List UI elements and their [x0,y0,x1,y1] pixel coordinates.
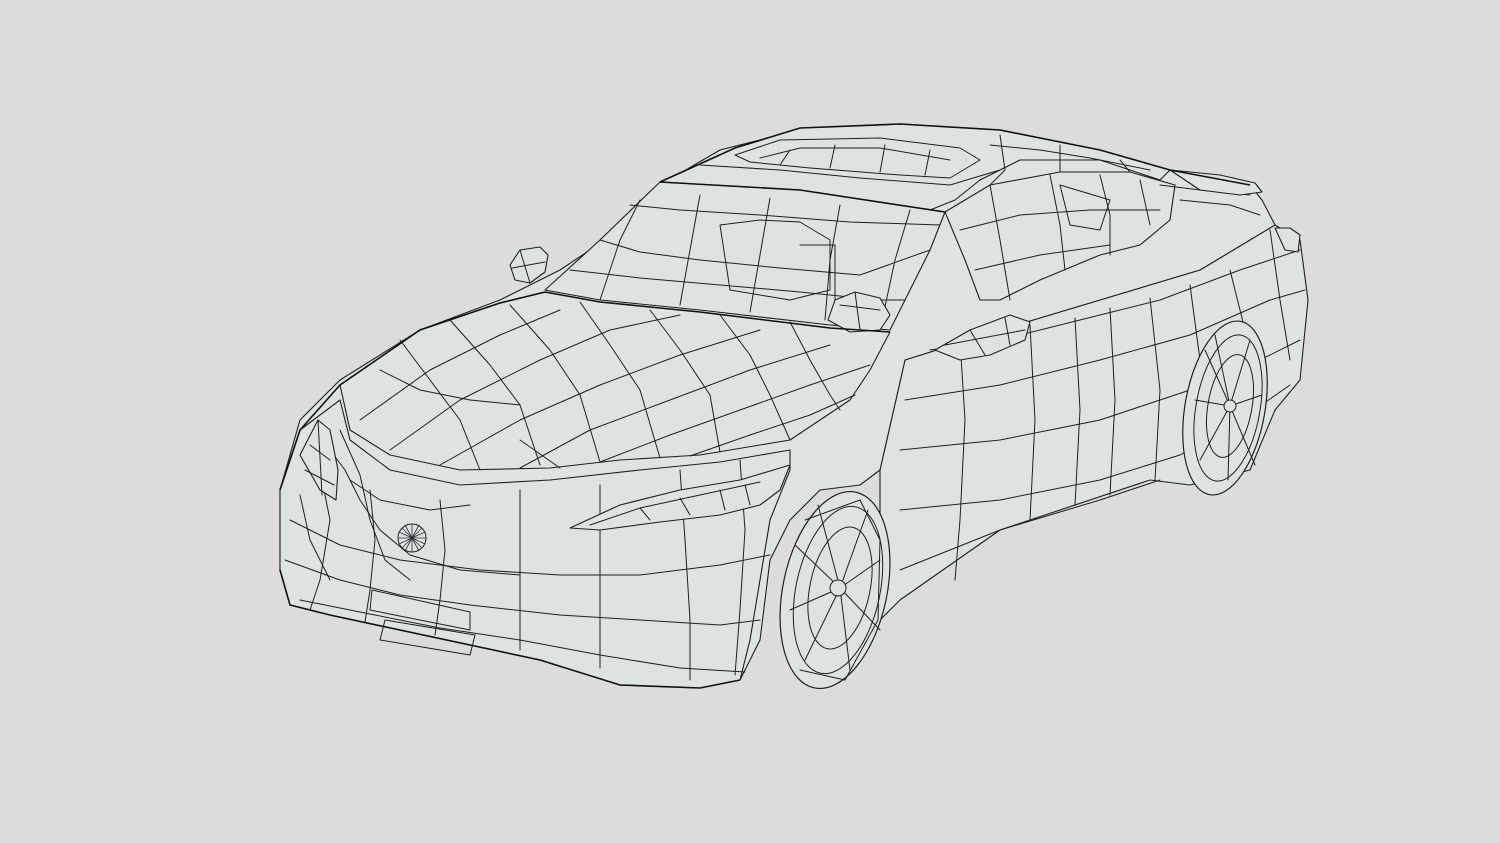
wireframe-scene[interactable] [0,0,1500,843]
emblem [397,523,427,553]
3d-viewport[interactable] [0,0,1500,843]
